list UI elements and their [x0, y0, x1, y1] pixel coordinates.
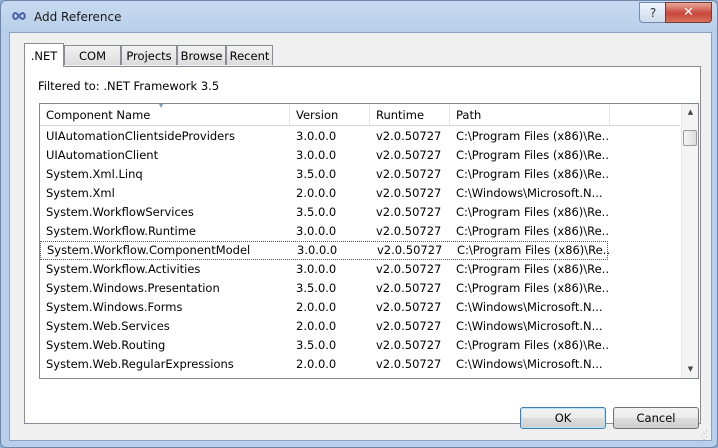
tab-dotnet[interactable]: .NET [24, 43, 64, 67]
cell-component-name: System.Xml.Linq [46, 167, 143, 181]
cancel-button[interactable]: Cancel [613, 407, 699, 429]
help-button[interactable]: ? [639, 2, 667, 23]
tab-browse[interactable]: Browse [177, 45, 226, 65]
cell-version: 2.0.0.0 [296, 357, 337, 371]
cell-component-name: UIAutomationClient [46, 148, 159, 162]
cell-path: C:\Program Files (x86)\Re... [456, 224, 608, 238]
close-button[interactable]: ✕ [665, 2, 712, 23]
cell-version: 2.0.0.0 [296, 300, 337, 314]
cell-runtime: v2.0.50727 [376, 357, 442, 371]
cell-component-name: System.Web.RegularExpressions [46, 357, 234, 371]
cell-runtime: v2.0.50727 [376, 167, 442, 181]
table-row[interactable]: UIAutomationClientsideProviders 3.0.0.0 v2… [40, 127, 608, 146]
cell-runtime: v2.0.50727 [376, 338, 442, 352]
scrollbar-thumb[interactable] [683, 130, 697, 146]
component-list[interactable]: ▼ Component Name Version Runtime Path UI… [39, 103, 699, 379]
cell-runtime: v2.0.50727 [376, 281, 442, 295]
add-reference-dialog: Add Reference ? ✕ .NET COM Projects Brow… [0, 0, 718, 448]
column-header-path[interactable]: Path [450, 104, 610, 125]
cell-component-name: System.Windows.Forms [46, 300, 183, 314]
cell-runtime: v2.0.50727 [376, 300, 442, 314]
cell-path: C:\Windows\Microsoft.N... [456, 300, 603, 314]
cell-version: 3.0.0.0 [297, 243, 338, 257]
tab-com[interactable]: COM [64, 45, 121, 65]
cell-path: C:\Windows\Microsoft.N... [456, 357, 603, 371]
table-row[interactable]: System.WorkflowServices 3.5.0.0 v2.0.50727… [40, 203, 608, 222]
vertical-scrollbar[interactable]: ▲ ▼ [681, 104, 698, 378]
cell-component-name: System.Web.Services [46, 319, 170, 333]
cell-version: 2.0.0.0 [296, 319, 337, 333]
cell-runtime: v2.0.50727 [377, 243, 443, 257]
cell-version: 2.0.0.0 [296, 186, 337, 200]
cell-component-name: System.WorkflowServices [46, 205, 194, 219]
infinity-icon [12, 11, 26, 21]
dotnet-tab-panel: Filtered to: .NET Framework 3.5 ▼ Compon… [24, 66, 701, 424]
cell-version: 3.0.0.0 [296, 262, 337, 276]
cell-version: 3.5.0.0 [296, 338, 337, 352]
dialog-client-area: .NET COM Projects Browse Recent Filtered… [9, 32, 712, 444]
table-row[interactable]: System.Xml 2.0.0.0 v2.0.50727 C:\Windows\Mi… [40, 184, 608, 203]
cell-path: C:\Program Files (x86)\Re... [456, 167, 608, 181]
table-row[interactable]: System.Windows.Presentation 3.5.0.0 v2.0.5… [40, 279, 608, 298]
column-header-component-name[interactable]: ▼ Component Name [40, 104, 290, 125]
cell-path: C:\Program Files (x86)\Re... [456, 262, 608, 276]
cell-path: C:\Program Files (x86)\Re... [456, 338, 608, 352]
cell-version: 3.0.0.0 [296, 148, 337, 162]
cell-runtime: v2.0.50727 [376, 129, 442, 143]
column-header-label: Runtime [376, 108, 425, 122]
column-header-label: Path [456, 108, 482, 122]
cell-runtime: v2.0.50727 [376, 262, 442, 276]
cell-component-name: System.Workflow.Runtime [46, 224, 196, 238]
column-header-runtime[interactable]: Runtime [370, 104, 450, 125]
ok-button[interactable]: OK [520, 407, 606, 429]
cell-path: C:\Program Files (x86)\Re... [456, 148, 608, 162]
cell-version: 3.0.0.0 [296, 129, 337, 143]
cell-path: C:\Windows\Microsoft.N... [456, 319, 603, 333]
cell-version: 3.5.0.0 [296, 281, 337, 295]
tab-recent[interactable]: Recent [226, 45, 273, 65]
table-row[interactable]: System.Xml.Linq 3.5.0.0 v2.0.50727 C:\Progr… [40, 165, 608, 184]
table-row[interactable]: System.Workflow.Runtime 3.0.0.0 v2.0.50727… [40, 222, 608, 241]
cell-version: 3.0.0.0 [296, 224, 337, 238]
table-row[interactable]: System.Workflow.Activities 3.0.0.0 v2.0.50… [40, 260, 608, 279]
window-title: Add Reference [34, 10, 122, 24]
cell-component-name: System.Workflow.ComponentModel [47, 243, 251, 257]
size-grip-icon[interactable]: ⋰ ⋰ [700, 430, 708, 444]
cell-component-name: System.Xml [46, 186, 115, 200]
table-row[interactable]: System.Windows.Forms 2.0.0.0 v2.0.50727 C:\… [40, 298, 608, 317]
cell-runtime: v2.0.50727 [376, 148, 442, 162]
title-bar[interactable]: Add Reference ? ✕ [1, 1, 717, 31]
table-row[interactable]: UIAutomationClient 3.0.0.0 v2.0.50727 C:\Pr… [40, 146, 608, 165]
table-row[interactable]: System.Workflow.ComponentModel 3.0.0.0 v2.… [40, 241, 609, 260]
cell-component-name: UIAutomationClientsideProviders [46, 129, 235, 143]
cell-path: C:\Windows\Microsoft.N... [456, 186, 603, 200]
cell-version: 3.5.0.0 [296, 205, 337, 219]
cell-component-name: System.Windows.Presentation [46, 281, 220, 295]
column-header-filler [610, 104, 680, 125]
scroll-up-arrow-icon[interactable]: ▲ [682, 104, 698, 121]
cell-runtime: v2.0.50727 [376, 205, 442, 219]
cell-runtime: v2.0.50727 [376, 186, 442, 200]
column-header-label: Component Name [46, 108, 151, 122]
cell-component-name: System.Web.Routing [46, 338, 166, 352]
cell-path: C:\Program Files (x86)\Re... [456, 205, 608, 219]
list-header: ▼ Component Name Version Runtime Path [40, 104, 680, 126]
table-row[interactable]: System.Web.Routing 3.5.0.0 v2.0.50727 C:\Pr… [40, 336, 608, 355]
cell-path: C:\Program Files (x86)\Re... [456, 129, 608, 143]
cell-runtime: v2.0.50727 [376, 319, 442, 333]
cell-runtime: v2.0.50727 [376, 224, 442, 238]
filter-label: Filtered to: .NET Framework 3.5 [38, 79, 220, 93]
cell-path: C:\Program Files (x86)\Re... [457, 243, 609, 257]
cell-version: 3.5.0.0 [296, 167, 337, 181]
column-header-label: Version [296, 108, 339, 122]
table-row[interactable]: System.Web.RegularExpressions 2.0.0.0 v2.0… [40, 355, 608, 374]
sort-ascending-icon: ▼ [158, 103, 165, 109]
tab-projects[interactable]: Projects [121, 45, 177, 65]
cell-component-name: System.Workflow.Activities [46, 262, 201, 276]
scroll-down-arrow-icon[interactable]: ▼ [682, 361, 698, 378]
cell-path: C:\Program Files (x86)\Re... [456, 281, 608, 295]
column-header-version[interactable]: Version [290, 104, 370, 125]
table-row[interactable]: System.Web.Services 2.0.0.0 v2.0.50727 C:\W… [40, 317, 608, 336]
